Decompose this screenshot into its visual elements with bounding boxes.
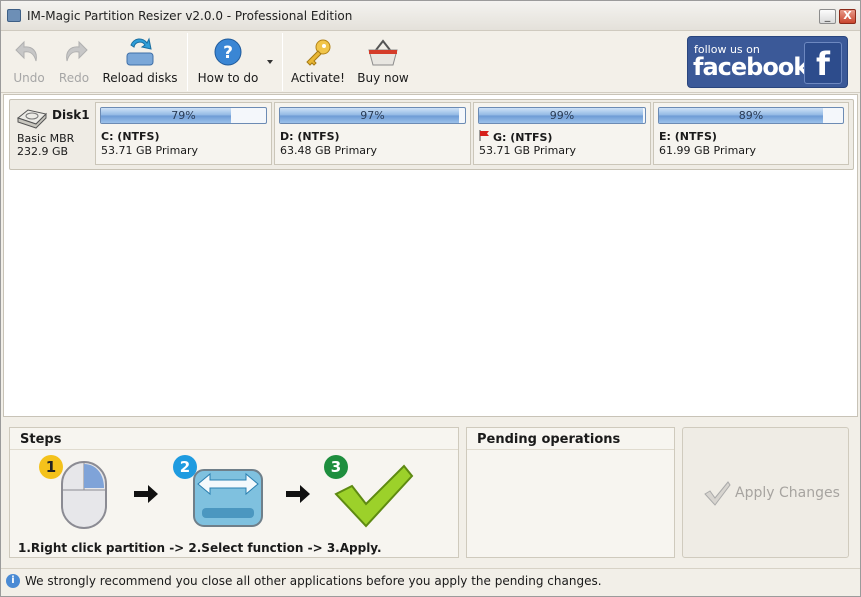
close-button[interactable]: X: [839, 9, 856, 24]
partition-detail: 53.71 GB Primary: [101, 144, 199, 157]
arrow-right-icon: [286, 485, 310, 503]
info-icon: i: [6, 574, 20, 588]
undo-button[interactable]: Undo: [7, 31, 51, 93]
buy-now-label: Buy now: [357, 71, 409, 85]
how-to-do-dropdown[interactable]: [263, 31, 277, 93]
window-title: IM-Magic Partition Resizer v2.0.0 - Prof…: [27, 9, 353, 23]
undo-icon: [15, 40, 37, 62]
facebook-logo-icon: f: [804, 42, 842, 84]
disk-type: Basic MBR: [17, 132, 75, 145]
flag-icon: [479, 130, 489, 141]
mouse-icon: [61, 461, 107, 529]
partition-g[interactable]: 99% G: (NTFS) 53.71 GB Primary: [473, 102, 651, 165]
minimize-button[interactable]: _: [819, 9, 836, 24]
undo-label: Undo: [13, 71, 45, 85]
partition-detail: 61.99 GB Primary: [659, 144, 757, 157]
disk-size: 232.9 GB: [17, 145, 69, 158]
usage-percent: 79%: [171, 109, 196, 122]
key-icon: [306, 39, 331, 66]
buy-now-button[interactable]: Buy now: [353, 31, 413, 93]
basket-icon: [368, 39, 398, 66]
disk-name: Disk1: [52, 108, 90, 122]
checkmark-icon: [334, 464, 414, 528]
how-to-do-label: How to do: [197, 71, 259, 85]
partition-e[interactable]: 89% E: (NTFS) 61.99 GB Primary: [653, 102, 849, 165]
partition-detail: 63.48 GB Primary: [280, 144, 378, 157]
reload-disks-icon: [126, 37, 154, 66]
usage-percent: 99%: [549, 109, 575, 122]
partition-name-text: D: (NTFS): [280, 130, 340, 143]
reload-disks-label: Reload disks: [102, 71, 178, 85]
activate-button[interactable]: Activate!: [290, 31, 346, 93]
redo-icon: [66, 40, 88, 62]
facebook-follow-button[interactable]: follow us on facebook f: [687, 36, 848, 88]
activate-label: Activate!: [291, 71, 345, 85]
redo-button[interactable]: Redo: [53, 31, 95, 93]
bottom-panel: Steps 1 2 3 1.Right click partition -> 2…: [3, 419, 858, 567]
partition-name-text: C: (NTFS): [101, 130, 160, 143]
usage-bar: 97%: [279, 107, 466, 124]
partition-name-text: E: (NTFS): [659, 130, 717, 143]
usage-bar: 89%: [658, 107, 844, 124]
disk-map-area: Disk1 Basic MBR 232.9 GB 79% C: (NTFS) 5…: [3, 94, 858, 417]
apply-check-icon: [704, 481, 731, 506]
toolbar-separator: [187, 33, 188, 91]
partition-name-text: G: (NTFS): [493, 131, 553, 144]
usage-percent: 97%: [360, 109, 385, 122]
status-bar: i We strongly recommend you close all ot…: [1, 568, 860, 596]
partition-name: C: (NTFS): [101, 130, 160, 143]
reload-disks-button[interactable]: Reload disks: [99, 31, 181, 93]
redo-label: Redo: [58, 71, 90, 85]
dropdown-arrow-icon: [267, 60, 273, 64]
steps-instructions: 1.Right click partition -> 2.Select func…: [18, 541, 382, 555]
facebook-wordmark: facebook: [693, 53, 809, 81]
disk-info[interactable]: Disk1 Basic MBR 232.9 GB: [10, 100, 95, 169]
how-to-do-button[interactable]: ? How to do: [193, 31, 263, 93]
partition-d[interactable]: 97% D: (NTFS) 63.48 GB Primary: [274, 102, 471, 165]
status-message: We strongly recommend you close all othe…: [25, 574, 602, 588]
toolbar-separator: [282, 33, 283, 91]
apply-changes-button[interactable]: Apply Changes: [682, 427, 849, 558]
disk-row[interactable]: Disk1 Basic MBR 232.9 GB 79% C: (NTFS) 5…: [9, 99, 854, 170]
pending-operations-panel: Pending operations: [466, 427, 675, 558]
steps-title: Steps: [10, 428, 458, 450]
usage-bar: 99%: [478, 107, 646, 124]
pending-operations-title: Pending operations: [467, 428, 674, 450]
usage-bar: 79%: [100, 107, 267, 124]
resize-disk-icon: [193, 469, 263, 527]
app-window: IM-Magic Partition Resizer v2.0.0 - Prof…: [0, 0, 861, 597]
svg-text:?: ?: [223, 43, 233, 63]
hard-disk-icon: [16, 109, 47, 129]
partition-detail: 53.71 GB Primary: [479, 144, 577, 157]
apply-changes-label: Apply Changes: [735, 485, 840, 501]
app-icon: [7, 9, 21, 22]
arrow-right-icon: [134, 485, 158, 503]
title-bar[interactable]: IM-Magic Partition Resizer v2.0.0 - Prof…: [1, 1, 860, 31]
steps-panel: Steps 1 2 3 1.Right click partition -> 2…: [9, 427, 459, 558]
usage-percent: 89%: [738, 109, 764, 122]
partition-name: D: (NTFS): [280, 130, 340, 143]
partition-name: G: (NTFS): [479, 130, 552, 144]
partition-c[interactable]: 79% C: (NTFS) 53.71 GB Primary: [95, 102, 272, 165]
partition-name: E: (NTFS): [659, 130, 717, 143]
toolbar: Undo Redo Reload disks ? How to do Activ…: [1, 31, 860, 93]
help-icon: ?: [214, 38, 242, 66]
